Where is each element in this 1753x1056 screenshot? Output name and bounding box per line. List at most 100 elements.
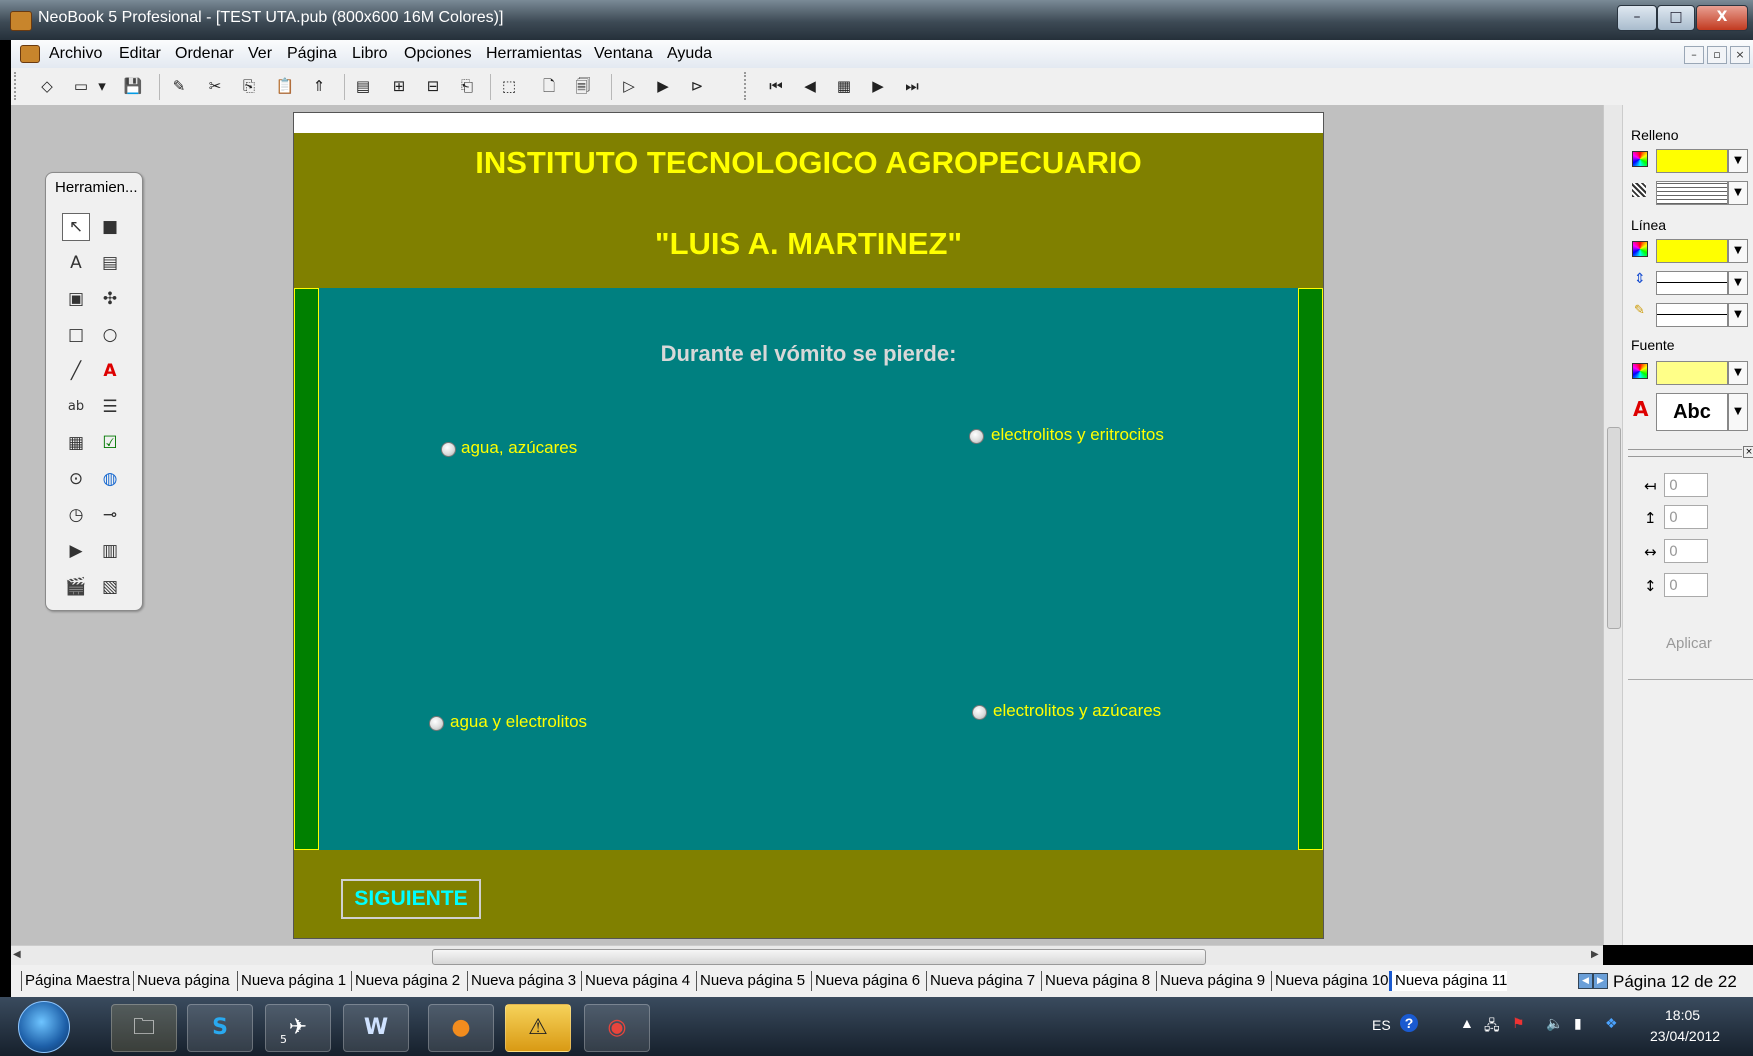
tab-nueva-pagina-4[interactable]: Nueva página 4	[581, 971, 690, 991]
ahorro-icon[interactable]: ●	[428, 1004, 494, 1052]
slider-tool[interactable]: ⊸	[96, 501, 124, 529]
new-page-icon[interactable]: 🗋	[537, 74, 561, 98]
tools-palette-title[interactable]: Herramien...	[55, 179, 138, 196]
checkbox-tool[interactable]: ☑	[96, 429, 124, 457]
save-icon[interactable]: 💾	[121, 74, 145, 98]
line-color-dropdown[interactable]: ▼	[1728, 239, 1748, 263]
maximize-button[interactable]: □	[1657, 5, 1695, 31]
neobook-icon[interactable]: ✈	[265, 1004, 331, 1052]
left-side-bar[interactable]	[294, 288, 319, 850]
picture-tool[interactable]: ▣	[62, 285, 90, 313]
clock-date[interactable]: 23/04/2012	[1650, 1028, 1720, 1044]
page-list-icon[interactable]: ▦	[832, 74, 856, 98]
menu-ver[interactable]: Ver	[248, 40, 272, 68]
option-radio-1[interactable]	[441, 442, 456, 457]
tab-nueva-pagina-10[interactable]: Nueva página 10	[1271, 971, 1388, 991]
media-tool[interactable]: ▶	[62, 537, 90, 565]
menu-herramientas[interactable]: Herramientas	[486, 40, 582, 68]
menu-pagina[interactable]: Página	[287, 40, 337, 68]
tab-nueva-pagina[interactable]: Nueva página	[133, 971, 230, 991]
font-dropdown[interactable]: ▼	[1728, 393, 1748, 431]
chrome-icon[interactable]: ◉	[584, 1004, 650, 1052]
pencil-icon[interactable]: ✎	[167, 74, 191, 98]
text-tool[interactable]: A	[62, 249, 90, 277]
toolbar-grip[interactable]	[14, 72, 22, 100]
tab-nueva-pagina-5[interactable]: Nueva página 5	[696, 971, 805, 991]
close-button[interactable]: X	[1696, 5, 1748, 31]
menu-archivo[interactable]: Archivo	[49, 40, 102, 68]
scroll-left-icon[interactable]: ◀	[13, 949, 21, 960]
document-menu-icon[interactable]	[20, 45, 40, 63]
brush-icon[interactable]: ⇑	[307, 74, 331, 98]
animation-tool[interactable]: 🎬	[62, 573, 90, 601]
tab-nueva-pagina-8[interactable]: Nueva página 8	[1041, 971, 1150, 991]
last-page-icon[interactable]: ⏭	[900, 74, 924, 98]
siguiente-button[interactable]: SIGUIENTE	[341, 879, 481, 919]
tab-scroll-left-icon[interactable]: ◀	[1578, 973, 1593, 989]
film-tool[interactable]: ▥	[96, 537, 124, 565]
next-page-icon[interactable]: ▶	[866, 74, 890, 98]
radio-tool[interactable]: ⊙	[62, 465, 90, 493]
tab-nueva-pagina-2[interactable]: Nueva página 2	[351, 971, 460, 991]
option-label-3[interactable]: agua y electrolitos	[450, 712, 587, 732]
position-panel-close-icon[interactable]: ×	[1743, 446, 1753, 458]
web-tool[interactable]: ◍	[96, 465, 124, 493]
group-icon[interactable]: ⊞	[387, 74, 411, 98]
top-position-input[interactable]: 0	[1664, 505, 1708, 529]
page-heading-institute[interactable]: INSTITUTO TECNOLOGICO AGROPECUARIO	[294, 145, 1323, 181]
menu-ventana[interactable]: Ventana	[594, 40, 653, 68]
prev-page-icon[interactable]: ◀	[798, 74, 822, 98]
warning-icon[interactable]: ⚠	[505, 1004, 571, 1052]
textentry-tool[interactable]: ab	[62, 393, 90, 421]
show-hidden-icons[interactable]: ▲	[1460, 1015, 1474, 1031]
line-width-swatch[interactable]	[1656, 271, 1728, 295]
fill-pattern-swatch[interactable]	[1656, 181, 1728, 205]
toolbar-grip[interactable]	[744, 72, 752, 100]
mdi-close-button[interactable]: ×	[1730, 46, 1750, 64]
clock-time[interactable]: 18:05	[1665, 1007, 1700, 1023]
power-icon[interactable]: ▮	[1574, 1015, 1582, 1032]
tab-nueva-pagina-9[interactable]: Nueva página 9	[1156, 971, 1265, 991]
paste-icon[interactable]: 📋	[273, 74, 297, 98]
action-center-icon[interactable]: ⚑	[1512, 1015, 1525, 1032]
ellipse-tool[interactable]: ○	[96, 321, 124, 349]
eraser-icon[interactable]: ◇	[35, 74, 59, 98]
line-style-dropdown[interactable]: ▼	[1728, 303, 1748, 327]
menu-ayuda[interactable]: Ayuda	[667, 40, 712, 68]
option-radio-3[interactable]	[429, 716, 444, 731]
mdi-minimize-button[interactable]: –	[1684, 46, 1704, 64]
tab-nueva-pagina-7[interactable]: Nueva página 7	[926, 971, 1035, 991]
height-input[interactable]: 0	[1664, 573, 1708, 597]
open-folder-icon[interactable]: ▭	[69, 74, 93, 98]
panel-tool[interactable]: ▧	[96, 573, 124, 601]
dropbox-icon[interactable]: ❖	[1605, 1015, 1618, 1032]
line-style-swatch[interactable]	[1656, 303, 1728, 327]
tab-nueva-pagina-11[interactable]: Nueva página 11	[1389, 971, 1508, 991]
right-side-bar[interactable]	[1298, 288, 1323, 850]
explorer-icon[interactable]: 🗀	[111, 1004, 177, 1052]
copy-icon[interactable]: ⎘	[237, 74, 261, 98]
skype-icon[interactable]: S	[187, 1004, 253, 1052]
menu-editar[interactable]: Editar	[119, 40, 161, 68]
puzzle-tool[interactable]: ✣	[96, 285, 124, 313]
option-label-4[interactable]: electrolitos y azúcares	[993, 701, 1161, 721]
option-radio-4[interactable]	[972, 705, 987, 720]
start-button[interactable]	[18, 1001, 70, 1053]
word-icon[interactable]: W	[343, 1004, 409, 1052]
align-icon[interactable]: ▤	[351, 74, 375, 98]
pointer-tool[interactable]: ↖	[62, 213, 90, 241]
question-area[interactable]	[294, 288, 1323, 850]
horizontal-scroll-thumb[interactable]	[432, 949, 1206, 965]
menu-ordenar[interactable]: Ordenar	[175, 40, 234, 68]
run-page-icon[interactable]: ▶	[651, 74, 675, 98]
line-tool[interactable]: ╱	[62, 357, 90, 385]
page-props-icon[interactable]: 🗐	[571, 74, 595, 98]
rectangle-tool[interactable]: □	[62, 321, 90, 349]
apply-button[interactable]: Aplicar	[1666, 635, 1712, 652]
font-tool[interactable]: A	[96, 357, 124, 385]
menu-libro[interactable]: Libro	[352, 40, 388, 68]
menu-opciones[interactable]: Opciones	[404, 40, 472, 68]
fill-color-swatch[interactable]	[1656, 149, 1728, 173]
combobox-tool[interactable]: ▦	[62, 429, 90, 457]
font-sample[interactable]: Abc	[1656, 393, 1728, 431]
